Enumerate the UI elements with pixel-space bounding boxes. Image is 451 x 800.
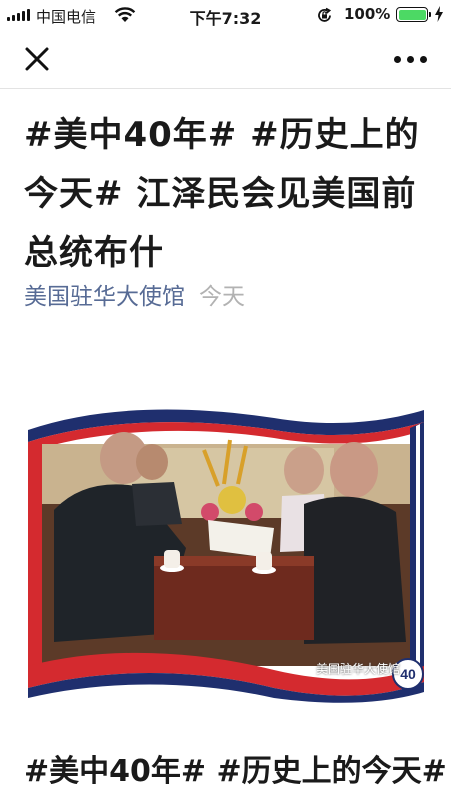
anniversary-badge: 40	[400, 666, 416, 682]
rotation-lock-icon	[318, 7, 332, 22]
account-name-link[interactable]: 美国驻华大使馆	[24, 284, 185, 310]
more-button[interactable]	[394, 54, 430, 64]
photo-watermark: 美国驻华大使馆	[316, 662, 401, 676]
nav-bar	[0, 30, 451, 89]
close-icon	[25, 47, 49, 71]
close-button[interactable]	[24, 46, 50, 72]
article-subheading: #美中40年# #历史上的今天#	[24, 754, 447, 789]
battery-percent: 100%	[344, 5, 391, 23]
status-bar: 中国电信 下午7:32 100%	[0, 0, 451, 30]
battery-icon	[396, 7, 431, 22]
publish-date: 今天	[199, 284, 245, 310]
charging-bolt-icon	[435, 6, 443, 22]
article-photo[interactable]: 40	[24, 400, 428, 704]
article-meta: 美国驻华大使馆 今天	[24, 277, 245, 311]
flag-framed-photo: 40	[28, 409, 424, 703]
more-icon	[394, 55, 401, 63]
article-title: #美中40年# #历史上的今天# 江泽民会见美国前总统布什	[24, 115, 420, 273]
